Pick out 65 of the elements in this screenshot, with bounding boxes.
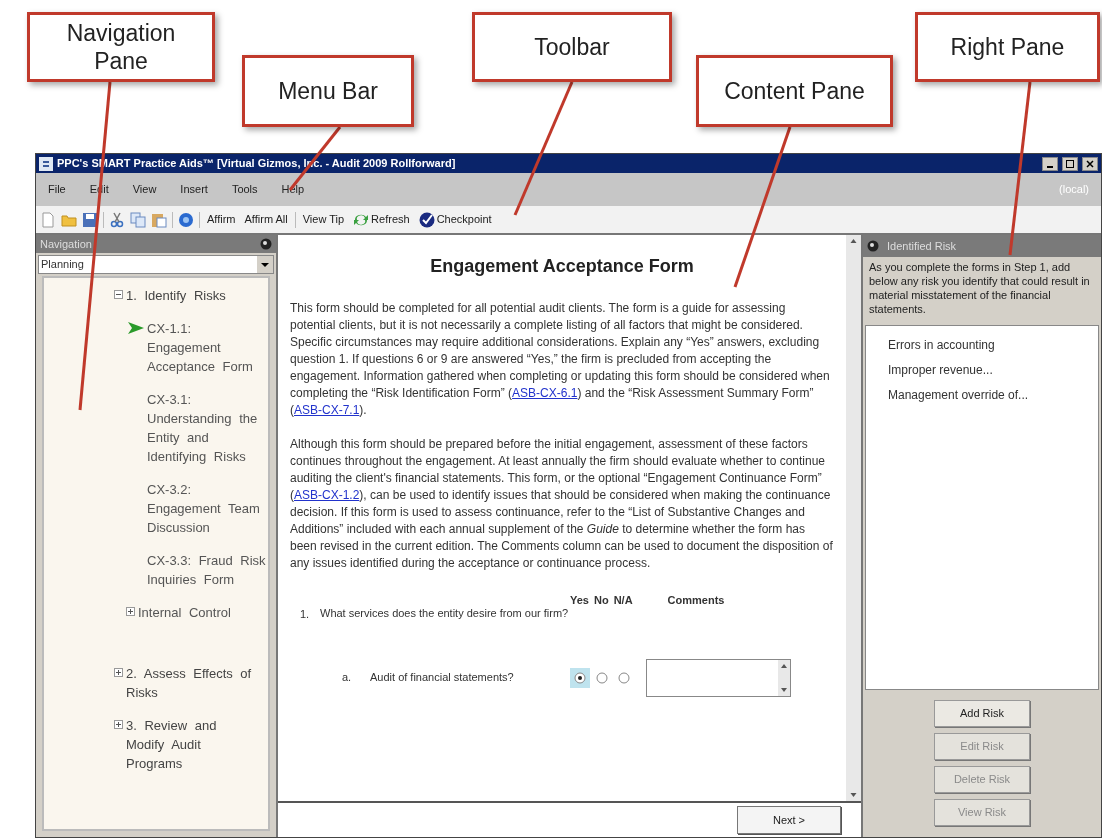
pin-icon[interactable]: [260, 238, 272, 250]
toolbar-button[interactable]: Affirm: [205, 211, 238, 228]
tree-item[interactable]: 3. Review and Modify Audit Programs: [126, 716, 261, 773]
column-header: Comments: [666, 593, 725, 608]
callout-box: Toolbar: [472, 12, 672, 82]
pane-title: Identified Risk: [887, 238, 957, 254]
risk-item[interactable]: Errors in accounting: [888, 336, 1098, 354]
close-button[interactable]: [1082, 156, 1098, 171]
paragraph: This form should be completed for all potential audit clients. The form is a guide for assessing potential clients, but it is not necessarily a complete listing of all factors that might be considered. Specific circumstances may require additional considerations. Explain any “Yes” answers, excluding question 1. If questions 6 or 9 are answered “Yes,” the firm is precluded from accepting the engagement. Information gathered when completing or updating this form should be considered when completing the “Risk Identification Form” (ASB-CX-6.1) and the “Risk Assessment Summary Form” (ASB-CX-7.1).: [290, 300, 831, 419]
checkmark-icon: [418, 211, 435, 228]
tree-item[interactable]: 1. Identify Risks: [126, 286, 261, 305]
menu-item[interactable]: View: [132, 181, 157, 198]
toolbar-button[interactable]: Refresh: [351, 211, 412, 228]
instructions-text: As you complete the forms in Step 1, add below any risk you identify that could result in material misstatement of the financial statements.: [868, 260, 1091, 317]
tree-item[interactable]: CX-3.2: Engagement Team Discussion: [147, 480, 268, 537]
menu-item[interactable]: File: [48, 181, 66, 198]
maximize-button[interactable]: [1062, 156, 1078, 171]
callout-box: Right Pane: [915, 12, 1100, 82]
sub-question-letter: a.: [342, 670, 353, 686]
clipboard-icon[interactable]: [151, 211, 167, 228]
menu-item[interactable]: Tools: [231, 181, 258, 198]
risk-button[interactable]: Add Risk: [934, 700, 1030, 727]
toolbar-button[interactable]: View Tip: [300, 211, 347, 228]
tree-item[interactable]: Internal Control: [138, 603, 262, 622]
dropdown-caret-icon[interactable]: [257, 256, 273, 273]
scrollbar[interactable]: [846, 235, 861, 801]
menu-item[interactable]: Insert: [180, 181, 208, 198]
sub-question-text: Audit of financial statements?: [369, 670, 515, 686]
tree-item[interactable]: CX-1.1: Engagement Acceptance Form: [147, 319, 268, 376]
callout-box: Navigation Pane: [27, 12, 215, 82]
next-button[interactable]: Next >: [737, 806, 841, 834]
expand-toggle[interactable]: [126, 607, 135, 616]
paragraph: Although this form should be prepared before the initial engagement, assessment of these factors continues throughout the engagement. At least annually the firm should evaluate whether to continue auditing the client's financial statements. This form, or the optional “Engagement Continuance Form” (ASB-CX-1.2), can be used to identify issues that should be considered when making the continuance decision. If this form is used to assess continuance, refer to the “List of Substantive Changes and Additions” included with each annual supplement of the Guide to determine whether the form has been revised in the current edition. The Comments column can be used to document the disposition of any issues identified during the acceptance or continuance process.: [290, 436, 834, 572]
maximize-icon[interactable]: [1066, 159, 1074, 168]
column-header: N/A: [613, 593, 633, 608]
pin-icon[interactable]: [867, 240, 879, 252]
form-title: Engagement Acceptance Form: [429, 255, 695, 278]
question-number: 1.: [299, 607, 311, 622]
radio-button[interactable]: [570, 667, 590, 688]
column-header: No: [593, 593, 609, 608]
tree-item[interactable]: CX-3.3: Fraud Risk Inquiries Form: [147, 551, 268, 589]
scrollbar[interactable]: [778, 659, 790, 696]
question-text: What services does the entity desire from our firm?: [320, 606, 570, 620]
column-header: Yes: [570, 593, 589, 608]
callout-box: Content Pane: [696, 55, 893, 127]
collapse-toggle[interactable]: [114, 290, 123, 299]
refresh-icon: [353, 212, 370, 227]
callout-box: Menu Bar: [242, 55, 414, 127]
risk-item[interactable]: Improper revenue...: [888, 361, 1098, 379]
pane-title: Navigation: [40, 236, 92, 252]
comments-field[interactable]: [646, 658, 791, 697]
close-icon[interactable]: [1086, 159, 1094, 168]
app-logo-icon: [39, 156, 53, 171]
scissors-icon[interactable]: [109, 211, 125, 228]
expand-toggle[interactable]: [114, 720, 123, 729]
location-label: (local): [1059, 182, 1089, 198]
risk-item[interactable]: Management override of...: [888, 386, 1098, 404]
tree-item[interactable]: CX-3.1: Understanding the Entity and Identifying Risks: [147, 390, 268, 466]
toolbar-button[interactable]: Checkpoint: [416, 211, 494, 228]
stage-dropdown[interactable]: Planning: [38, 255, 274, 274]
toolbar-button[interactable]: Affirm All: [242, 211, 290, 228]
minimize-button[interactable]: [1042, 156, 1058, 171]
tree-item[interactable]: 2. Assess Effects of Risks: [126, 664, 261, 702]
link[interactable]: ASB-CX-6.1: [512, 386, 578, 400]
expand-toggle[interactable]: [114, 668, 123, 677]
